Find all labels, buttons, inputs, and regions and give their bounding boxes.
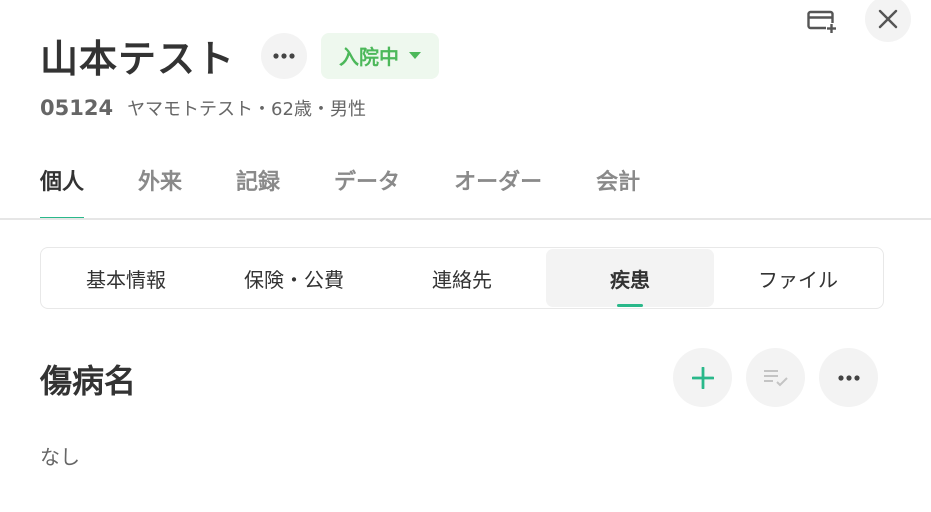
- tab-records[interactable]: 記録: [236, 155, 280, 220]
- tab-orders[interactable]: オーダー: [454, 155, 542, 220]
- close-icon: [878, 9, 898, 29]
- subtab-contacts[interactable]: 連絡先: [378, 249, 546, 307]
- tab-billing[interactable]: 会計: [596, 155, 640, 220]
- status-label: 入院中: [339, 45, 400, 69]
- subtab-files[interactable]: ファイル: [714, 249, 882, 307]
- more-icon: [837, 374, 860, 381]
- main-tabs: 個人 外来 記録 データ オーダー 会計: [40, 155, 931, 220]
- tabs-divider: [0, 218, 931, 220]
- add-disease-button[interactable]: [673, 348, 732, 407]
- empty-state-text: なし: [40, 445, 80, 469]
- window-controls: [807, 0, 911, 42]
- patient-more-button[interactable]: [261, 32, 308, 79]
- patient-meta: 05124 ヤマモトテスト・62歳・男性: [40, 95, 366, 121]
- section-more-button[interactable]: [819, 348, 878, 407]
- list-check-icon: [763, 369, 788, 386]
- subtab-insurance[interactable]: 保険・公費: [210, 249, 378, 307]
- close-button[interactable]: [865, 0, 911, 42]
- status-dropdown[interactable]: 入院中: [321, 32, 440, 79]
- patient-id: 05124: [40, 96, 114, 120]
- list-check-button[interactable]: [746, 348, 805, 407]
- patient-info: ヤマモトテスト・62歳・男性: [127, 99, 366, 120]
- card-add-icon: [807, 10, 837, 34]
- subtab-basic-info[interactable]: 基本情報: [42, 249, 210, 307]
- add-icon: [691, 366, 714, 389]
- patient-name: 山本テスト: [40, 37, 236, 81]
- tab-personal[interactable]: 個人: [40, 155, 85, 220]
- add-card-button[interactable]: [807, 6, 837, 36]
- section-actions: [673, 348, 878, 407]
- section-title: 傷病名: [40, 362, 137, 400]
- tab-outpatient[interactable]: 外来: [138, 155, 182, 220]
- chevron-down-icon: [409, 52, 422, 59]
- subtab-diseases[interactable]: 疾患: [546, 249, 714, 307]
- more-icon: [273, 52, 295, 59]
- tab-data[interactable]: データ: [334, 155, 400, 220]
- patient-header: 山本テスト 入院中: [40, 28, 440, 83]
- sub-tabs: 基本情報 保険・公費 連絡先 疾患 ファイル: [40, 247, 884, 309]
